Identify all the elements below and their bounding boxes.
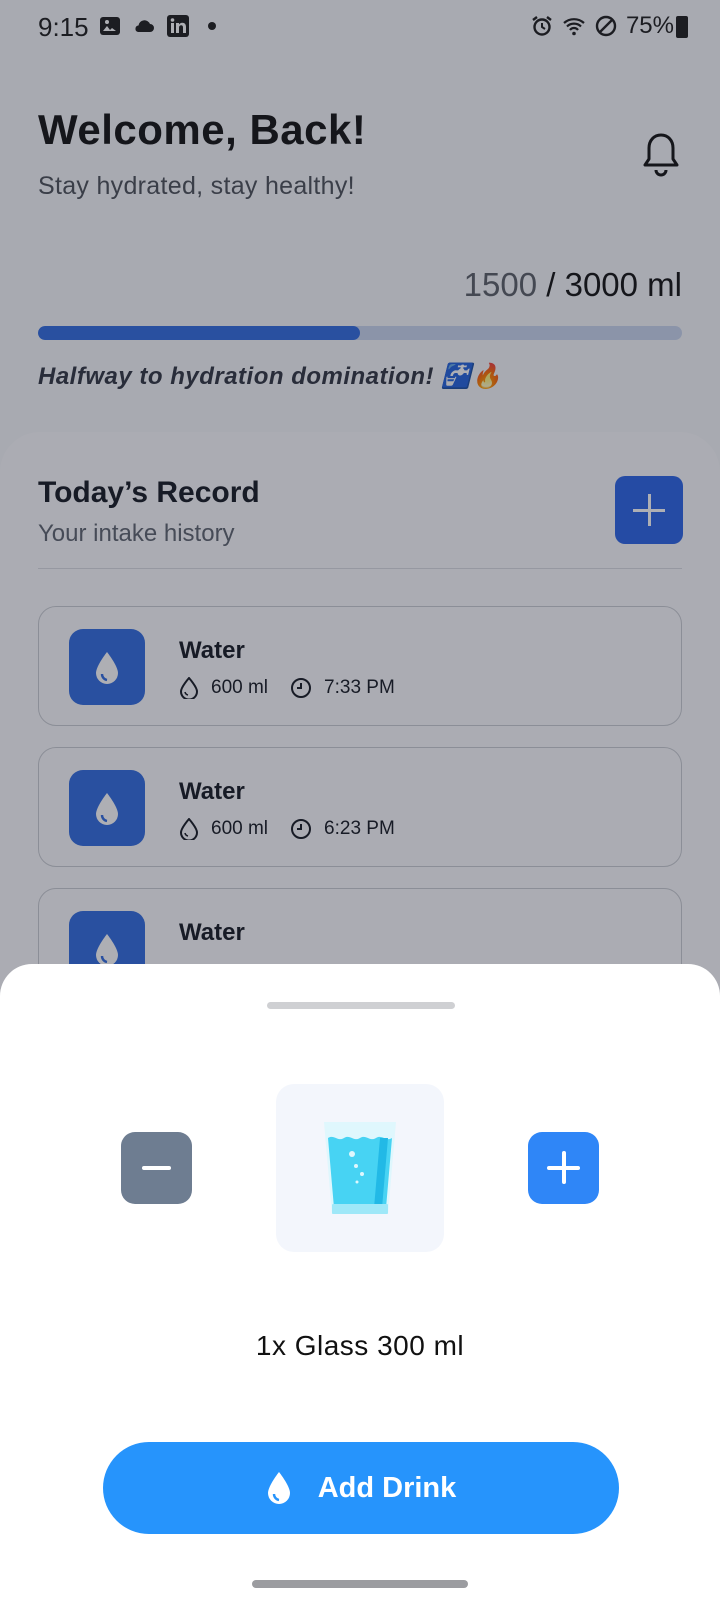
home-indicator[interactable]: [252, 1580, 468, 1588]
sheet-drag-handle[interactable]: [267, 1002, 455, 1009]
glass-of-water-icon: [324, 1122, 396, 1214]
drink-preview: [276, 1084, 444, 1252]
selection-label: 1x Glass 300 ml: [255, 1330, 465, 1361]
add-drink-button[interactable]: Add Drink: [103, 1442, 619, 1534]
add-drink-label: Add Drink: [317, 1471, 457, 1504]
decrease-button[interactable]: [121, 1132, 192, 1204]
app-screen: 9:15 75% Welcome, Back! Stay hydrated, s…: [0, 0, 720, 1600]
increase-button[interactable]: [528, 1132, 599, 1204]
water-drop-icon: [267, 1472, 290, 1504]
